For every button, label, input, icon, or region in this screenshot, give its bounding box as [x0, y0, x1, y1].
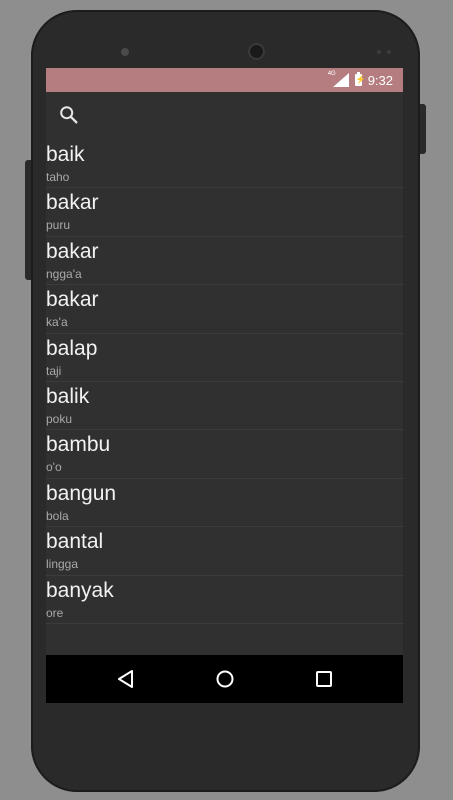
meaning: o'o [46, 460, 62, 475]
meaning: lingga [46, 557, 79, 572]
word: bakar [46, 239, 99, 263]
list-item[interactable]: bambu o'o [46, 430, 403, 479]
status-bar: 4G ⚡ 9:32 [46, 68, 403, 92]
list-item[interactable]: bakar ngga'a [46, 237, 403, 286]
word: bantal [46, 530, 104, 554]
list-item[interactable]: bakar ka'a [46, 285, 403, 334]
word: banyak [46, 578, 114, 602]
front-camera [248, 43, 265, 60]
word-list[interactable]: baik taho bakar puru bakar ngga'a bakar … [46, 140, 403, 655]
list-item[interactable]: bangun bola [46, 479, 403, 528]
word: bakar [46, 191, 99, 215]
list-item[interactable]: balik poku [46, 382, 403, 431]
back-icon[interactable] [114, 667, 138, 691]
meaning: puru [46, 218, 71, 233]
list-item[interactable]: banyak ore [46, 576, 403, 624]
meaning: ka'a [46, 315, 68, 330]
proximity-sensor [377, 50, 393, 54]
meaning: poku [46, 411, 73, 426]
list-item[interactable]: baik taho [46, 140, 403, 189]
word: balik [46, 384, 90, 408]
power-button [420, 104, 426, 154]
meaning: taji [46, 363, 62, 378]
navigation-bar [46, 655, 403, 703]
front-sensor [121, 48, 129, 56]
meaning: ngga'a [46, 266, 82, 281]
meaning: taho [46, 170, 70, 184]
word: baik [46, 143, 85, 166]
word: balap [46, 336, 98, 360]
list-item[interactable]: bakar puru [46, 188, 403, 237]
meaning: bola [46, 508, 69, 523]
screen: 4G ⚡ 9:32 baik taho bakar puru bakar ngg… [46, 68, 403, 703]
home-icon[interactable] [213, 667, 237, 691]
word: bambu [46, 433, 111, 457]
search-bar[interactable] [46, 92, 403, 140]
meaning: ore [46, 605, 64, 620]
volume-button [25, 160, 31, 280]
list-item[interactable]: balap taji [46, 334, 403, 382]
word: bangun [46, 481, 117, 505]
signal-icon: 4G [328, 71, 349, 87]
recents-icon[interactable] [312, 667, 336, 691]
network-type: 4G [327, 71, 336, 77]
battery-icon: ⚡ [354, 72, 366, 86]
clock: 9:32 [367, 72, 393, 88]
search-icon[interactable] [58, 104, 80, 126]
word: bakar [46, 288, 99, 312]
list-item[interactable]: bantal lingga [46, 527, 403, 576]
